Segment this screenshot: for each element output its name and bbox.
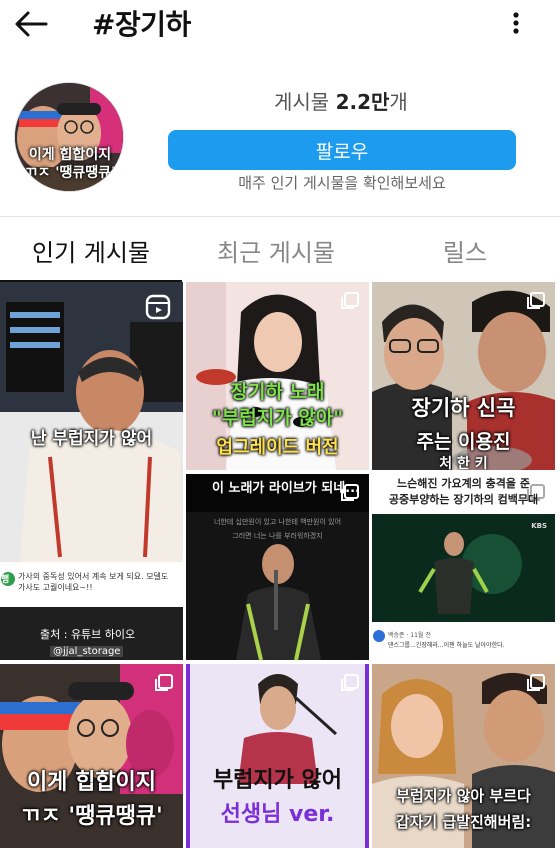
hashtag-avatar[interactable]: 이게 힙합이지 ㄲㅈ '땡큐땡큐' (14, 82, 124, 192)
post-5-broadcaster: KBS (531, 522, 547, 530)
post-count: 게시물 2.2만개 (274, 86, 408, 115)
grid-post-4[interactable]: 이 노래가 라이브가 되네... 너한테 십만원이 있고 나한테 백만원이 있어… (186, 474, 369, 660)
top-bar: #장기하 (0, 0, 560, 46)
post-1-thumbnail (0, 282, 183, 660)
reel-icon (145, 294, 171, 320)
post-4-lyric-2: 그러면 너는 나를 부러워하겠지 (232, 532, 323, 540)
multi-photo-icon (341, 674, 359, 692)
post-3-caption-line1: 장기하 신곡 (411, 396, 516, 420)
back-button[interactable] (12, 6, 50, 42)
grid-post-2[interactable]: 장기하 노래 "부럽지가 않아" 업그레이드 버전 (186, 282, 369, 470)
post-grid: 난 부럽지가 않어 행 가사의 중독성 있어서 계속 보게 되요. 모델도 가사… (0, 282, 560, 848)
post-2-caption-line3: 업그레이드 버전 (216, 437, 339, 458)
more-vertical-icon (513, 12, 519, 34)
post-count-label: 게시물 (274, 90, 330, 114)
post-2-caption-line1: 장기하 노래 (230, 381, 325, 403)
post-8-caption-line1: 부럽지가 않아 부르다 (396, 787, 531, 805)
tab-reels[interactable]: 릴스 (370, 217, 560, 283)
post-6-caption-line1: 이게 힙합이지 (26, 770, 157, 795)
post-7-caption-line2: 선생님 ver. (220, 802, 335, 827)
grid-post-8[interactable]: 부럽지가 않아 부르다 갑자기 급발진해버림: (372, 664, 555, 848)
grid-post-5[interactable]: 느슨해진 가요계의 충격을 준 공중부양하는 장기하의 컴백무대 KBS 백승준… (372, 474, 555, 660)
post-count-suffix: 개 (389, 90, 408, 114)
post-count-value: 2.2만 (335, 90, 390, 114)
post-1-watermark: @jjal_storage (50, 646, 124, 657)
post-3-caption-line2: 주는 이용진 (416, 431, 511, 453)
post-5-caption-line1: 느슨해진 가요계의 충격을 준 (397, 477, 530, 490)
post-8-caption-line2: 갑자기 급발진해버림: (395, 813, 532, 831)
post-1-comment-text: 가사의 중독성 있어서 계속 보게 되요. 모델도 가사도 고퀄이네요~!! (18, 572, 169, 592)
grid-post-3[interactable]: 장기하 신곡 주는 이용진 처 한 키 (372, 282, 555, 470)
post-tabs: 인기 게시물 최근 게시물 릴스 (0, 216, 560, 283)
post-1-source: 출처 : 유튜브 하이오 (40, 628, 136, 641)
post-7-caption-line1: 부럽지가 않어 (212, 768, 343, 793)
post-3-caption-line3: 처 한 키 (439, 456, 488, 470)
hashtag-title: #장기하 (92, 8, 191, 41)
post-6-caption-line2: ㄲㅈ '땡큐땡큐' (20, 804, 163, 829)
post-1-comment-badge: 행 (1, 575, 10, 585)
multi-photo-icon (341, 292, 359, 310)
avatar-caption-line2: ㄲㅈ '땡큐땡큐' (24, 165, 116, 181)
avatar-caption-line1: 이게 힙합이지 (28, 147, 112, 163)
post-4-banner: 이 노래가 라이브가 되네... (212, 481, 360, 496)
follow-button[interactable]: 팔로우 (168, 130, 516, 170)
more-options-button[interactable] (500, 6, 532, 40)
back-arrow-icon (15, 11, 48, 37)
post-1-caption: 난 부럽지가 않어 (30, 429, 153, 449)
follow-hint: 매주 인기 게시물을 확인해보세요 (238, 174, 446, 192)
post-4-lyric-1: 너한테 십만원이 있고 나한테 백만원이 있어 (213, 518, 342, 526)
multi-photo-icon (155, 674, 173, 692)
grid-post-6[interactable]: 이게 힙합이지 ㄲㅈ '땡큐땡큐' (0, 664, 183, 848)
post-5-caption-line2: 공중부양하는 장기하의 컴백무대 (388, 493, 539, 506)
post-5-username: 백승준 · 11월 전 (388, 632, 431, 639)
tab-recent-posts[interactable]: 최근 게시물 (182, 217, 370, 283)
grid-post-1[interactable]: 난 부럽지가 않어 행 가사의 중독성 있어서 계속 보게 되요. 모델도 가사… (0, 282, 183, 660)
tab-top-posts[interactable]: 인기 게시물 (0, 217, 182, 283)
grid-post-7[interactable]: 부럽지가 않어 선생님 ver. (186, 664, 369, 848)
multi-photo-icon (527, 674, 545, 692)
multi-photo-icon (527, 292, 545, 310)
post-5-comment: 댄스그룹...긴장해라...이젠 하늘도 날아야한다. (388, 642, 505, 649)
post-2-caption-line2: "부럽지가 않아" (211, 407, 344, 429)
